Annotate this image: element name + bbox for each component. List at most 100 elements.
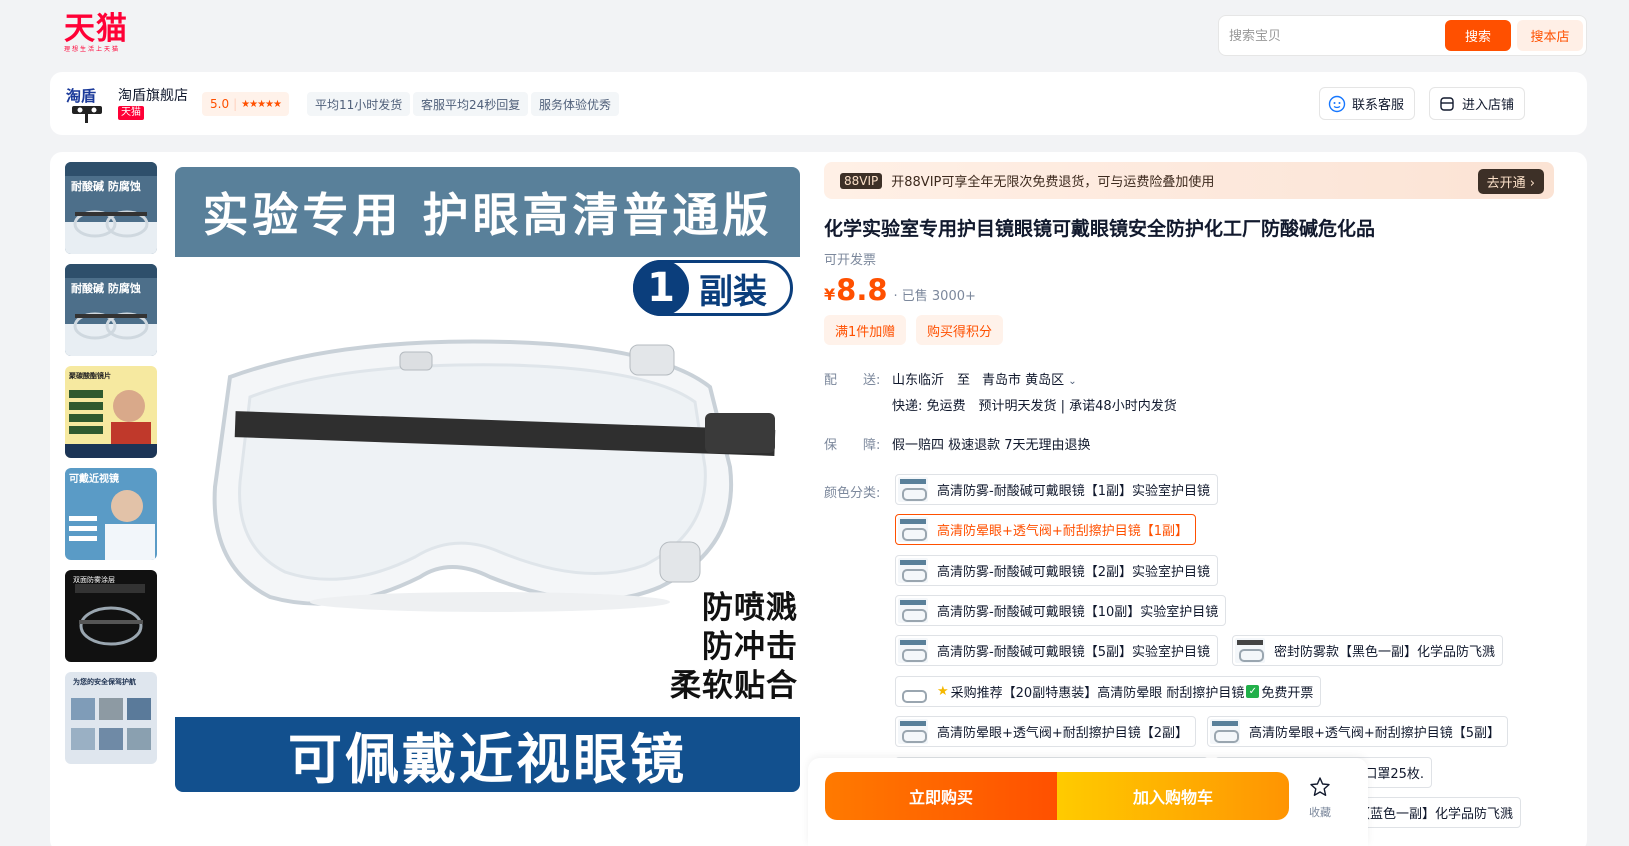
thumbnail-4[interactable]: 可戴近视镜	[65, 468, 157, 560]
chevron-down-icon: ⌄	[1068, 376, 1077, 387]
favorite-label: 收藏	[1309, 806, 1331, 819]
chip-service-quality: 服务体验优秀	[531, 92, 620, 116]
chat-icon	[1328, 95, 1346, 113]
image-top-banner: 实验专用 护眼高清普通版	[175, 167, 800, 257]
thumb-caption: 双面防雾涂层	[73, 575, 115, 584]
sku-text: 高清防雾-耐酸碱可戴眼镜【1副】实验室护目镜	[937, 484, 1210, 499]
delivery-destination-text: 青岛市 黄岛区	[982, 373, 1065, 388]
price-value: 8.8	[836, 273, 888, 307]
delivery-to-word: 至	[957, 373, 971, 388]
sku-option-4[interactable]: 高清防雾-耐酸碱可戴眼镜【10副】实验室护目镜	[895, 595, 1227, 626]
sku-thumb	[898, 679, 928, 704]
vip-tag: 88VIP	[840, 172, 883, 189]
feature-3: 柔软贴合	[670, 668, 798, 704]
store-icon	[1438, 95, 1456, 113]
search-input[interactable]	[1229, 26, 1429, 46]
chip-service-reply: 客服平均24秒回复	[413, 92, 529, 116]
sku-thumb	[898, 517, 928, 542]
thumbnail-3[interactable]: 聚碳酸酯镜片	[65, 366, 157, 458]
tmall-logo[interactable]: 天猫 理想生活上天猫	[64, 12, 134, 56]
thumbnail-2[interactable]: 耐酸碱 防腐蚀	[65, 264, 157, 356]
sku-text: 【蓝色一副】化学品防飞溅	[1356, 807, 1513, 822]
contact-service-button[interactable]: 联系客服	[1319, 87, 1416, 120]
vip-activate-button[interactable]: 去开通 ›	[1477, 169, 1544, 194]
tmall-badge: 天猫	[118, 106, 144, 120]
sku-option-8[interactable]: 高清防晕眼+透气阀+耐刮擦护目镜【2副】	[895, 716, 1197, 747]
chip-shipping: 平均11小时发货	[307, 92, 411, 116]
sku-text: 高清防雾-耐酸碱可戴眼镜【5副】实验室护目镜	[937, 645, 1210, 660]
price-symbol: ¥	[824, 285, 836, 304]
guarantee-label: 保 障:	[824, 438, 881, 453]
vip-banner: 88VIP 开88VIP可享全年无限次免费退货，可与运费险叠加使用 去开通 ›	[824, 162, 1554, 199]
sku-option-3[interactable]: 高清防雾-耐酸碱可戴眼镜【2副】实验室护目镜	[895, 555, 1218, 586]
guarantee-value: 假一赔四 极速退款 7天无理由退换	[892, 438, 1091, 453]
shop-logo[interactable]: 淘盾	[64, 84, 108, 124]
search-button[interactable]: 搜索	[1445, 20, 1511, 51]
buy-now-button[interactable]: 立即购买	[825, 772, 1057, 820]
rating-stars-icon: ★★★★★	[241, 98, 282, 110]
add-to-cart-button[interactable]: 加入购物车	[1057, 772, 1289, 820]
sku-text: 高清防雾-耐酸碱可戴眼镜【2副】实验室护目镜	[937, 565, 1210, 580]
thumb-caption: 聚碳酸酯镜片	[68, 371, 111, 380]
sku-thumb	[898, 598, 928, 623]
sku-text: 采购推荐【20副特惠装】高清防晕眼 耐刮擦护目镜	[950, 686, 1245, 701]
checkmark-icon: ✓	[1246, 685, 1260, 698]
goggles-illustration	[212, 339, 776, 612]
star-icon: ★	[937, 684, 949, 699]
favorite-button[interactable]: 收藏	[1303, 776, 1337, 820]
sku-thumb	[898, 558, 928, 583]
thumbnail-1[interactable]: 耐酸碱 防腐蚀	[65, 162, 157, 254]
sku-option-6[interactable]: 密封防雾款【黑色一副】化学品防飞溅	[1232, 635, 1504, 666]
sold-count: · 已售 3000+	[893, 289, 976, 304]
sku-text: 高清防晕眼+透气阀+耐刮擦护目镜【5副】	[1249, 726, 1501, 741]
sku-label: 颜色分类:	[824, 486, 881, 501]
thumbnail-5[interactable]: 双面防雾涂层	[65, 570, 157, 662]
sku-text: 高清防雾-耐酸碱可戴眼镜【10副】实验室护目镜	[937, 605, 1219, 620]
main-product-image[interactable]: 实验专用 护眼高清普通版 1 副装 防喷溅 防冲击 柔软贴合 可佩戴近视眼镜	[175, 167, 800, 792]
shop-name[interactable]: 淘盾旗舰店	[118, 85, 188, 105]
search-store-button[interactable]: 搜本店	[1517, 20, 1583, 51]
enter-store-button[interactable]: 进入店铺	[1429, 87, 1526, 120]
sku-option-5[interactable]: 高清防雾-耐酸碱可戴眼镜【5副】实验室护目镜	[895, 635, 1218, 666]
sku-thumb	[898, 638, 928, 663]
sku-text: 高清防晕眼+透气阀+耐刮擦护目镜【1副】	[937, 524, 1189, 539]
thumbnail-6[interactable]: 为您的安全保驾护航	[65, 672, 157, 764]
product-title: 化学实验室专用护目镜眼镜可戴眼镜安全防护化工厂防酸碱危化品	[824, 218, 1376, 240]
sku-option-2[interactable]: 高清防晕眼+透气阀+耐刮擦护目镜【1副】	[895, 514, 1197, 545]
delivery-destination[interactable]: 青岛市 黄岛区 ⌄	[982, 369, 1077, 388]
shop-rating: 5.0 | ★★★★★	[202, 92, 289, 116]
thumb-caption: 可戴近视镜	[69, 472, 119, 485]
badge-number: 1	[633, 260, 689, 316]
search-box: 搜索 搜本店	[1218, 15, 1587, 56]
thumb-caption: 耐酸碱 防腐蚀	[71, 179, 141, 193]
logo-slogan: 理想生活上天猫	[64, 46, 121, 53]
image-bottom-banner: 可佩戴近视眼镜	[175, 717, 800, 792]
sku-option-7[interactable]: ★ 采购推荐【20副特惠装】高清防晕眼 耐刮擦护目镜 ✓ 免费开票	[895, 676, 1322, 707]
top-header: 天猫 理想生活上天猫 搜索 搜本店	[0, 0, 1629, 68]
star-outline-icon	[1309, 777, 1331, 802]
thumb-caption: 耐酸碱 防腐蚀	[71, 281, 141, 295]
sku-text: 高清防晕眼+透气阀+耐刮擦护目镜【2副】	[937, 726, 1189, 741]
vip-text: 开88VIP可享全年无限次免费退货，可与运费险叠加使用	[891, 175, 1215, 190]
logo-text: 天猫	[64, 11, 128, 47]
invoice-label: 可开发票	[824, 253, 877, 268]
sku-thumb	[898, 719, 928, 744]
sku-option-9[interactable]: 高清防晕眼+透气阀+耐刮擦护目镜【5副】	[1207, 716, 1509, 747]
sku-option-1[interactable]: 高清防雾-耐酸碱可戴眼镜【1副】实验室护目镜	[895, 474, 1218, 505]
shop-bar: 淘盾 淘盾旗舰店 天猫 5.0 | ★★★★★ 平均11小时发货 客服平均24秒…	[50, 72, 1587, 135]
sku-thumb	[898, 477, 928, 502]
delivery-label: 配 送:	[824, 373, 881, 388]
sku-thumb	[1210, 719, 1240, 744]
delivery-detail: 快递: 免运费 预计明天发货 | 承诺48小时内发货	[892, 399, 1177, 414]
delivery-from: 山东临沂	[892, 373, 945, 388]
price-row: ¥ 8.8 · 已售 3000+	[824, 273, 976, 307]
enter-store-label: 进入店铺	[1462, 98, 1515, 113]
promo-gift[interactable]: 满1件加赠	[824, 315, 907, 345]
quantity-badge: 1 副装	[633, 260, 793, 316]
sku-thumb	[1235, 638, 1265, 663]
promo-points[interactable]: 购买得积分	[916, 315, 1004, 345]
sku-extra-text: 免费开票	[1261, 686, 1314, 701]
thumb-caption: 为您的安全保驾护航	[73, 677, 136, 686]
sku-text: 密封防雾款【黑色一副】化学品防飞溅	[1274, 645, 1496, 660]
badge-text: 副装	[699, 271, 767, 312]
